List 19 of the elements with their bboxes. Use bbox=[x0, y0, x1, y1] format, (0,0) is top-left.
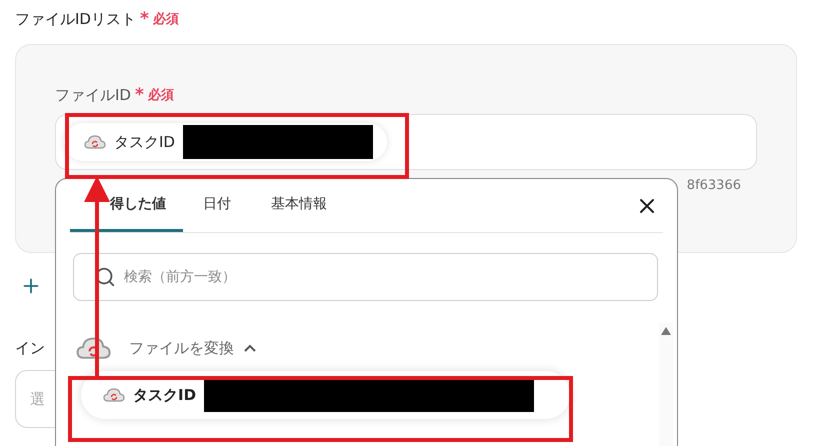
section-label: ファイルIDリスト bbox=[15, 10, 136, 28]
tab[interactable]: 基本情報 bbox=[251, 179, 347, 232]
chevron-up-icon bbox=[244, 344, 256, 352]
field-label: ファイルID bbox=[55, 86, 131, 104]
field-label: イン bbox=[15, 339, 45, 358]
scroll-up-icon[interactable] bbox=[661, 327, 671, 335]
field-hint: 8f63366 bbox=[686, 178, 742, 193]
cloud-icon bbox=[103, 388, 125, 402]
required-asterisk: * bbox=[134, 85, 144, 105]
scrollbar[interactable] bbox=[659, 323, 673, 446]
search-field[interactable]: 検索（前方一致） bbox=[73, 253, 658, 301]
required-label: 必須 bbox=[152, 10, 179, 28]
input-field[interactable]: タスクID bbox=[55, 114, 757, 170]
tab[interactable]: 日付 bbox=[183, 179, 251, 232]
required-label: 必須 bbox=[148, 86, 174, 104]
value-chip[interactable]: タスクID bbox=[64, 123, 387, 161]
list-item[interactable]: タスクID bbox=[81, 371, 570, 420]
cloud-icon bbox=[84, 135, 106, 149]
required-asterisk: * bbox=[140, 9, 149, 29]
